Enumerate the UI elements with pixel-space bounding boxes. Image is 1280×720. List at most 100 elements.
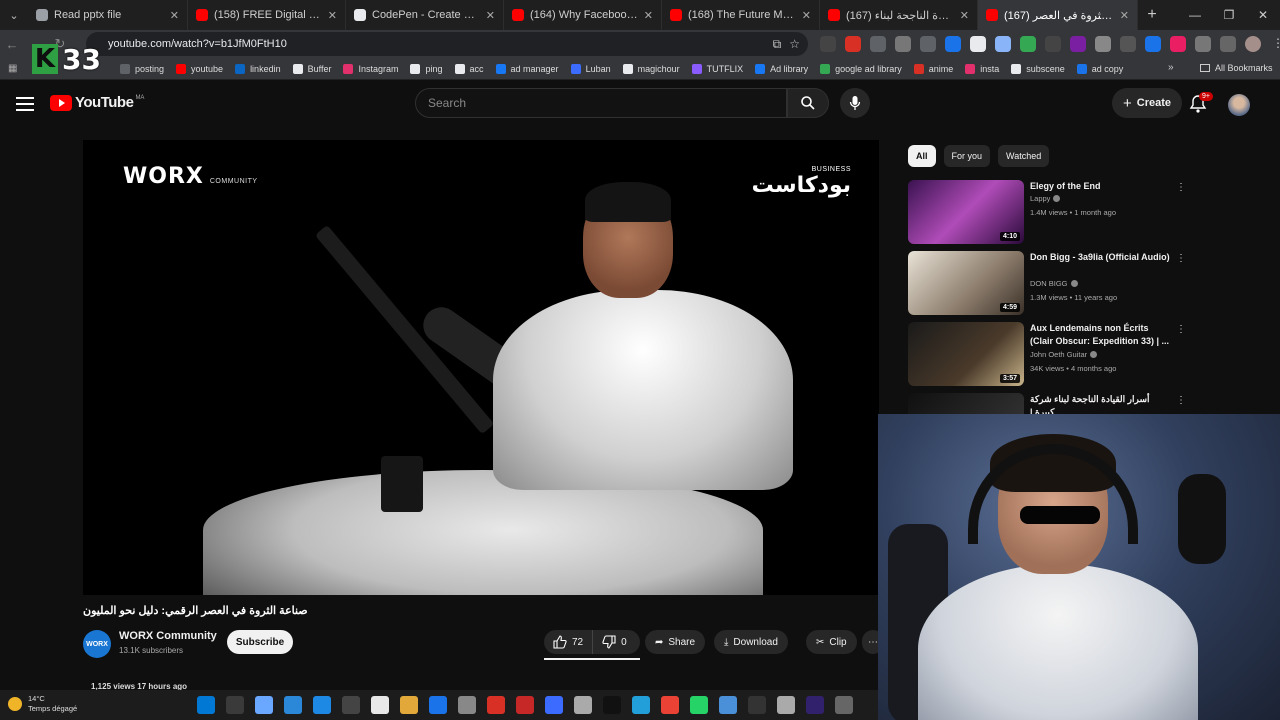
bookmark-item[interactable]: acc [454, 63, 484, 74]
extension-icon[interactable] [970, 36, 986, 52]
more-options-icon[interactable]: ⋮ [1176, 253, 1186, 264]
taskbar-app-icon[interactable] [458, 696, 476, 714]
new-tab-button[interactable]: + [1138, 6, 1166, 24]
tab-close-icon[interactable]: ✕ [802, 9, 811, 22]
subscribe-button[interactable]: Subscribe [227, 630, 293, 654]
taskbar-app-icon[interactable] [835, 696, 853, 714]
bookmark-item[interactable]: Instagram [343, 63, 398, 74]
taskbar-app-icon[interactable] [690, 696, 708, 714]
bookmark-item[interactable]: Buffer [292, 63, 331, 74]
minimize-icon[interactable]: — [1178, 0, 1212, 30]
youtube-logo[interactable]: YouTube MA [50, 94, 144, 111]
filter-chip[interactable]: All [908, 145, 936, 167]
extensions-puzzle-icon[interactable] [1195, 36, 1211, 52]
tab-close-icon[interactable]: ✕ [486, 9, 495, 22]
tab-close-icon[interactable]: ✕ [170, 9, 179, 22]
all-bookmarks-folder[interactable]: All Bookmarks [1200, 63, 1273, 73]
bookmark-star-icon[interactable]: ☆ [789, 37, 800, 52]
bookmark-item[interactable]: posting [120, 63, 164, 74]
reading-list-icon[interactable] [1220, 36, 1236, 52]
bookmarks-overflow-icon[interactable]: » [1168, 62, 1174, 73]
taskbar-app-icon[interactable] [661, 696, 679, 714]
channel-avatar[interactable]: WORX [83, 630, 111, 658]
video-thumbnail[interactable]: 3:57 [908, 322, 1024, 386]
browser-tab[interactable]: (164) Why Facebook Ads Are ✕ [504, 0, 662, 30]
browser-tab[interactable]: (158) FREE Digital Marketing ✕ [188, 0, 346, 30]
bookmark-item[interactable]: TUTFLIX [691, 63, 743, 74]
back-icon[interactable]: ← [0, 37, 24, 52]
install-app-icon[interactable]: ⧉ [773, 37, 782, 52]
tab-close-icon[interactable]: ✕ [960, 9, 969, 22]
download-button[interactable]: ⤓ Download [714, 630, 788, 654]
taskbar-app-icon[interactable] [603, 696, 621, 714]
search-button[interactable] [787, 88, 829, 118]
bookmark-item[interactable]: ad manager [495, 63, 559, 74]
browser-tab[interactable]: (167) صناعة الثروة في العصر ✕ [978, 0, 1138, 30]
taskbar-app-icon[interactable] [748, 696, 766, 714]
bookmark-item[interactable]: magichour [622, 63, 680, 74]
extension-icon[interactable] [1020, 36, 1036, 52]
recommendation-title[interactable]: Elegy of the End [1030, 180, 1170, 193]
taskbar-app-icon[interactable] [429, 696, 447, 714]
bookmark-item[interactable]: linkedin [235, 63, 281, 74]
bookmark-item[interactable]: youtube [176, 63, 223, 74]
tab-close-icon[interactable]: ✕ [1120, 9, 1129, 22]
browser-tab[interactable]: CodePen - Create a New Pen ✕ [346, 0, 504, 30]
bookmark-item[interactable]: insta [965, 63, 999, 74]
extension-icon[interactable] [1095, 36, 1111, 52]
extension-icon[interactable] [1120, 36, 1136, 52]
clip-button[interactable]: ✂ Clip [806, 630, 857, 654]
extension-icon[interactable] [820, 36, 836, 52]
recommendation-item[interactable]: 4:10 Elegy of the End Lappy 1.4M views • 1 … [908, 180, 1188, 244]
more-options-icon[interactable]: ⋮ [1176, 182, 1186, 193]
profile-avatar-icon[interactable] [1245, 36, 1261, 52]
bookmark-item[interactable]: subscene [1011, 63, 1065, 74]
extension-icon[interactable] [995, 36, 1011, 52]
filter-chip[interactable]: Watched [998, 145, 1050, 167]
browser-tab[interactable]: (168) The Future Mark Zucker ✕ [662, 0, 820, 30]
address-bar[interactable]: youtube.com/watch?v=b1JfM0FtH10 ⧉ ☆ [86, 32, 808, 56]
video-player[interactable]: WORX COMMUNITY BUSINESS بودكاست [83, 140, 879, 595]
bookmark-item[interactable]: anime [913, 63, 953, 74]
taskbar-app-icon[interactable] [516, 696, 534, 714]
browser-tab[interactable]: Read pptx file ✕ [28, 0, 188, 30]
taskbar-app-icon[interactable] [806, 696, 824, 714]
tab-search-chevron-icon[interactable]: ⌄ [0, 0, 28, 30]
extension-icon[interactable] [1145, 36, 1161, 52]
extension-icon[interactable] [1170, 36, 1186, 52]
bookmark-item[interactable]: ping [410, 63, 443, 74]
extension-icon[interactable] [895, 36, 911, 52]
recommendation-title[interactable]: Don Bigg - 3a9lia (Official Audio) [1030, 251, 1170, 264]
taskbar-app-icon[interactable] [255, 696, 273, 714]
restore-icon[interactable]: ❐ [1212, 0, 1246, 30]
taskbar-app-icon[interactable] [400, 696, 418, 714]
extension-icon[interactable] [1070, 36, 1086, 52]
extension-icon[interactable] [870, 36, 886, 52]
recommendation-channel[interactable]: Lappy [1030, 194, 1061, 203]
recommendation-channel[interactable]: John Oeth Guitar [1030, 350, 1098, 359]
recommendation-title[interactable]: Aux Lendemains non Écrits (Clair Obscur:… [1030, 322, 1170, 348]
tab-close-icon[interactable]: ✕ [328, 9, 337, 22]
share-button[interactable]: ➦ Share [645, 630, 706, 654]
recommendation-item[interactable]: 3:57 Aux Lendemains non Écrits (Clair Obs… [908, 322, 1188, 386]
close-window-icon[interactable]: ✕ [1246, 0, 1280, 30]
taskbar-app-icon[interactable] [226, 696, 244, 714]
bookmark-item[interactable]: Ad library [755, 63, 808, 74]
tab-close-icon[interactable]: ✕ [644, 9, 653, 22]
dislike-button[interactable]: 0 [593, 630, 636, 654]
apps-grid-icon[interactable]: ▦ [8, 63, 17, 74]
video-thumbnail[interactable]: 4:10 [908, 180, 1024, 244]
taskbar-app-icon[interactable] [342, 696, 360, 714]
channel-name[interactable]: WORX Community [119, 630, 217, 642]
browser-tab[interactable]: (167) أسرار القيادة الناجحة لبناء ✕ [820, 0, 978, 30]
taskbar-app-icon[interactable] [632, 696, 650, 714]
extension-icon[interactable] [1045, 36, 1061, 52]
extension-icon[interactable] [945, 36, 961, 52]
taskbar-app-icon[interactable] [487, 696, 505, 714]
hamburger-menu-icon[interactable] [16, 94, 34, 114]
taskbar-app-icon[interactable] [574, 696, 592, 714]
more-options-icon[interactable]: ⋮ [1176, 324, 1186, 335]
taskbar-app-icon[interactable] [719, 696, 737, 714]
windows-start-icon[interactable] [197, 696, 215, 714]
browser-menu-icon[interactable]: ⋮ [1270, 36, 1280, 52]
